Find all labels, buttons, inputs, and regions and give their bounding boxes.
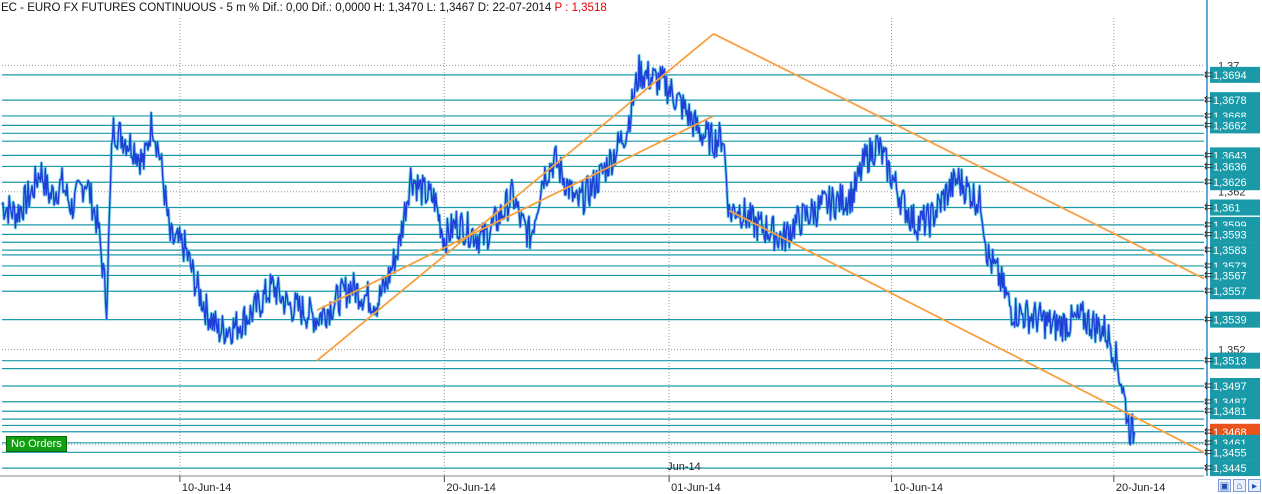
price-label: ⇇ 1,3567: [1204, 267, 1260, 284]
chart-header: EC - EURO FX FUTURES CONTINUOUS - 5 m % …: [0, 0, 607, 16]
price-label-arrow: ⇇: [1204, 119, 1213, 131]
no-orders-badge[interactable]: No Orders: [6, 436, 67, 452]
scroll-right-icon[interactable]: ▸: [1248, 479, 1261, 492]
last-price: P : 1,3518: [554, 2, 607, 14]
price-label: ⇇ 1,361: [1204, 199, 1260, 216]
price-label-text: 1,3678: [1213, 95, 1247, 107]
price-label-text: 1,3445: [1213, 463, 1247, 475]
interval-label: 5 m: [226, 2, 246, 14]
price-label-arrow: ⇇: [1204, 462, 1213, 474]
time-tick-label: 10-Jun-14: [182, 482, 232, 494]
price-label: ⇇ 1,3583: [1204, 242, 1260, 259]
stats-text: % Dif.: 0,00 Dif.: 0,0000 H: 1,3470 L: 1…: [248, 2, 552, 14]
price-label-arrow: ⇇: [1204, 314, 1213, 326]
price-label-arrow: ⇇: [1204, 355, 1213, 367]
time-tick-label: 20-Jun-14: [446, 482, 496, 494]
price-label-arrow: ⇇: [1204, 202, 1213, 214]
price-label-text: 1,3497: [1213, 381, 1247, 393]
price-label-arrow: ⇇: [1204, 244, 1213, 256]
price-chart[interactable]: 1,371,3621,3521,346⇇1,3694⇇1,3678⇇1,3668…: [0, 0, 1262, 494]
price-label: ⇇ 1,3636: [1204, 158, 1260, 175]
price-label: ⇇ 1,3694: [1204, 66, 1260, 83]
price-label-text: 1,361: [1213, 203, 1241, 215]
symbol-title: EC - EURO FX FUTURES CONTINUOUS: [1, 2, 217, 14]
price-label-arrow: ⇇: [1204, 94, 1213, 106]
price-label-text: 1,3662: [1213, 120, 1247, 132]
price-label-text: 1,3539: [1213, 315, 1247, 327]
price-label-arrow: ⇇: [1204, 228, 1213, 240]
save-icon[interactable]: ▣: [1218, 479, 1231, 492]
price-label: ⇇ 1,3593: [1204, 226, 1260, 243]
chart-background: [0, 0, 1262, 494]
price-label: ⇇ 1,3678: [1204, 92, 1260, 109]
price-label-arrow: ⇇: [1204, 69, 1213, 81]
price-label: ⇇ 1,3557: [1204, 283, 1260, 300]
properties-icon[interactable]: ⌂: [1233, 479, 1246, 492]
price-label-arrow: ⇇: [1204, 380, 1213, 392]
price-label-arrow: ⇇: [1204, 176, 1213, 188]
price-label: ⇇ 1,3539: [1204, 311, 1260, 328]
price-label: ⇇ 1,3481: [1204, 403, 1260, 420]
price-label-text: 1,3481: [1213, 406, 1247, 418]
upper-date-label: Jun-14: [667, 461, 701, 473]
price-label-text: 1,3557: [1213, 286, 1247, 298]
price-label: ⇇ 1,3445: [1204, 460, 1260, 477]
price-label-text: 1,3513: [1213, 356, 1247, 368]
price-label-text: 1,3593: [1213, 229, 1247, 241]
time-tick-label: 10-Jun-14: [893, 482, 943, 494]
price-label: ⇇ 1,3455: [1204, 444, 1260, 461]
status-icons: ▣ ⌂ ▸: [1216, 478, 1262, 494]
price-label: ⇇ 1,3662: [1204, 117, 1260, 134]
time-axis-background: [0, 476, 1204, 494]
price-label: ⇇ 1,3497: [1204, 377, 1260, 394]
price-label-text: 1,3567: [1213, 270, 1247, 282]
price-label-text: 1,3583: [1213, 245, 1247, 257]
price-axis: 1,371,3621,3521,346⇇1,3694⇇1,3678⇇1,3668…: [1204, 0, 1262, 477]
time-tick-label: 20-Jun-14: [1116, 482, 1166, 494]
time-tick-label: 01-Jun-14: [671, 482, 721, 494]
price-label: ⇇ 1,3513: [1204, 352, 1260, 369]
price-label-arrow: ⇇: [1204, 285, 1213, 297]
price-label: ⇇ 1,3626: [1204, 174, 1260, 191]
price-label-text: 1,3626: [1213, 177, 1247, 189]
price-label-arrow: ⇇: [1204, 269, 1213, 281]
price-label-arrow: ⇇: [1204, 446, 1213, 458]
price-label-text: 1,3694: [1213, 70, 1247, 82]
price-label-text: 1,3636: [1213, 161, 1247, 173]
price-label-text: 1,3455: [1213, 447, 1247, 459]
price-label-arrow: ⇇: [1204, 160, 1213, 172]
price-label-arrow: ⇇: [1204, 405, 1213, 417]
